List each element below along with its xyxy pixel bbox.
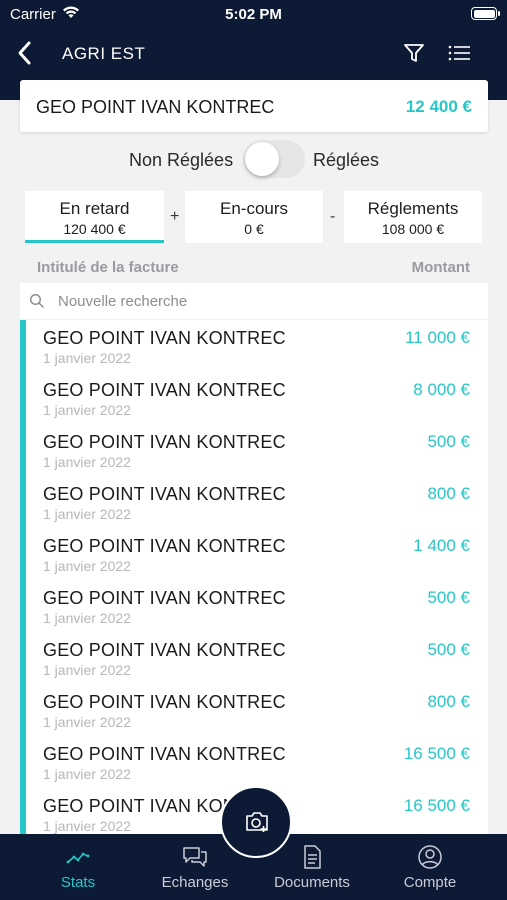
invoice-amount: 16 500 €: [403, 744, 470, 763]
list-item[interactable]: GEO POINT IVAN KONTREC 1 janvier 2022 50…: [26, 632, 488, 684]
camera-plus-icon: [246, 812, 268, 832]
invoice-title: GEO POINT IVAN KONTREC: [43, 328, 286, 348]
invoice-date: 1 janvier 2022: [43, 662, 131, 678]
user-circle-icon: [418, 845, 442, 869]
nav-bar: AGRI EST: [0, 30, 507, 76]
tab-compte[interactable]: Compte: [380, 834, 480, 900]
invoice-date: 1 janvier 2022: [43, 454, 131, 470]
chart-line-icon: [66, 852, 90, 864]
invoice-date: 1 janvier 2022: [43, 714, 131, 730]
tab-label: Documents: [274, 874, 350, 891]
list-item[interactable]: GEO POINT IVAN KONTREC 1 janvier 2022 1 …: [26, 528, 488, 580]
list-icon[interactable]: [446, 42, 472, 64]
tab-label: Compte: [403, 874, 457, 891]
column-header-amount: Montant: [411, 259, 470, 276]
invoice-amount: 8 000 €: [413, 380, 470, 399]
list-item[interactable]: GEO POINT IVAN KONTREC 1 janvier 2022 11…: [26, 320, 488, 372]
list-item[interactable]: GEO POINT IVAN KONTREC 1 janvier 2022 8 …: [26, 372, 488, 424]
settled-toggle-row: Non Réglées Réglées: [0, 140, 507, 180]
client-summary-card: GEO POINT IVAN KONTREC 12 400 €: [20, 80, 488, 132]
tile-label: Réglements: [367, 199, 459, 218]
tile-value: 120 400 €: [63, 221, 126, 237]
tab-label: Stats: [60, 874, 96, 891]
search-icon: [29, 293, 44, 308]
switch-knob: [245, 142, 279, 176]
list-item[interactable]: GEO POINT IVAN KONTREC 1 janvier 2022 16…: [26, 736, 488, 788]
tile-value: 108 000 €: [381, 221, 445, 237]
invoice-amount: 11 000 €: [405, 328, 470, 347]
client-name: GEO POINT IVAN KONTREC: [36, 97, 275, 117]
tab-label: Echanges: [161, 874, 229, 891]
list-item[interactable]: GEO POINT IVAN KONTREC 1 janvier 2022 50…: [26, 424, 488, 476]
invoice-date: 1 janvier 2022: [43, 402, 131, 418]
camera-button[interactable]: [220, 786, 292, 858]
invoice-title: GEO POINT IVAN KONTREC: [43, 484, 286, 504]
client-total-amount: 12 400 €: [405, 97, 472, 116]
document-icon: [304, 845, 321, 869]
tab-stats[interactable]: Stats: [28, 834, 128, 900]
list-item[interactable]: GEO POINT IVAN KONTREC 1 janvier 2022 50…: [26, 580, 488, 632]
invoice-amount: 800 €: [427, 692, 470, 711]
back-chevron-icon[interactable]: [12, 38, 38, 68]
page-title: AGRI EST: [62, 44, 146, 63]
invoice-title: GEO POINT IVAN KONTREC: [43, 640, 286, 660]
tile-en-retard[interactable]: En retard 120 400 €: [25, 191, 164, 243]
search-input[interactable]: [58, 290, 458, 312]
minus-operator: -: [330, 208, 336, 225]
toggle-label-settled: Réglées: [313, 150, 380, 170]
invoice-title: GEO POINT IVAN KONTREC: [43, 380, 286, 400]
invoice-title: GEO POINT IVAN KONTREC: [43, 744, 286, 764]
filter-icon[interactable]: [402, 42, 426, 64]
invoice-amount: 500 €: [427, 432, 470, 451]
invoice-list: GEO POINT IVAN KONTREC 1 janvier 2022 11…: [20, 320, 488, 834]
invoice-date: 1 janvier 2022: [43, 610, 131, 626]
invoice-amount: 500 €: [427, 588, 470, 607]
tile-label: En retard: [59, 199, 130, 218]
column-header-title: Intitulé de la facture: [37, 259, 179, 276]
tile-label: En-cours: [219, 199, 289, 218]
list-item[interactable]: GEO POINT IVAN KONTREC 1 janvier 2022 80…: [26, 684, 488, 736]
invoice-date: 1 janvier 2022: [43, 506, 131, 522]
settled-switch[interactable]: [243, 140, 305, 178]
chat-bubbles-icon: [183, 847, 207, 867]
invoice-date: 1 janvier 2022: [43, 818, 131, 834]
tile-value: 0 €: [244, 221, 264, 237]
invoice-date: 1 janvier 2022: [43, 558, 131, 574]
battery-icon: [471, 7, 500, 20]
tile-en-cours[interactable]: En-cours 0 €: [185, 191, 323, 243]
list-item[interactable]: GEO POINT IVAN KONTREC 1 janvier 2022 80…: [26, 476, 488, 528]
invoice-amount: 800 €: [427, 484, 470, 503]
invoice-title: GEO POINT IVAN KONTREC: [43, 692, 286, 712]
invoice-amount: 16 500 €: [403, 796, 470, 815]
plus-operator: +: [170, 208, 180, 225]
invoice-amount: 1 400 €: [413, 536, 470, 555]
invoice-date: 1 janvier 2022: [43, 766, 131, 782]
invoice-title: GEO POINT IVAN KONTREC: [43, 536, 286, 556]
invoice-amount: 500 €: [427, 640, 470, 659]
invoice-date: 1 janvier 2022: [43, 350, 131, 366]
invoice-title: GEO POINT IVAN KONTREC: [43, 588, 286, 608]
status-bar: Carrier 5:02 PM: [0, 0, 507, 28]
search-bar: [20, 283, 488, 319]
invoice-title: GEO POINT IVAN KONTREC: [43, 432, 286, 452]
toggle-label-unsettled: Non Réglées: [129, 150, 234, 170]
status-time: 5:02 PM: [225, 6, 282, 23]
tile-reglements[interactable]: Réglements 108 000 €: [344, 191, 482, 243]
